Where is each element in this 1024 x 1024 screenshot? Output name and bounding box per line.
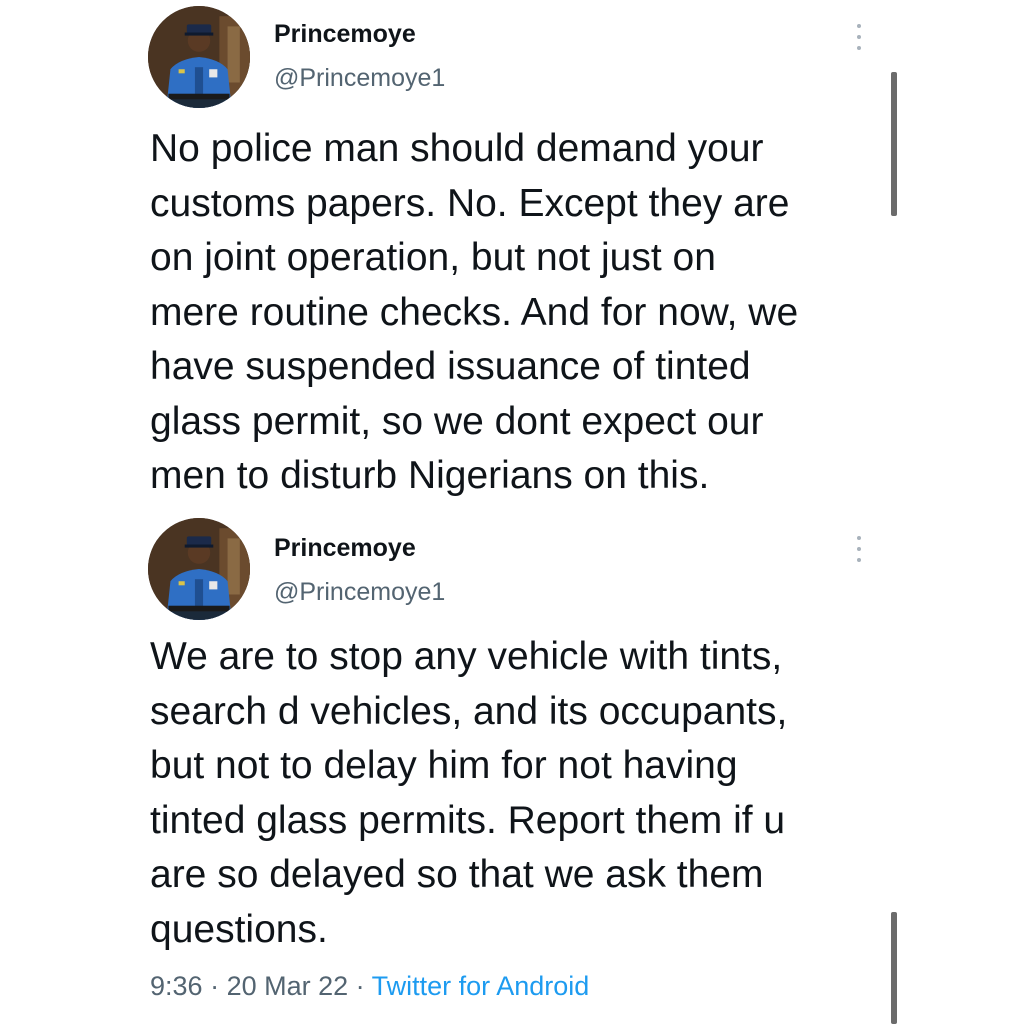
police-officer-photo <box>148 518 250 620</box>
tweet-1[interactable]: Princemoye @Princemoye1 No police man sh… <box>0 0 1024 505</box>
tweet-source-link[interactable]: Twitter for Android <box>372 971 590 1001</box>
tweet-text: We are to stop any vehicle with tints, s… <box>150 635 788 951</box>
avatar[interactable] <box>148 6 250 108</box>
scrollbar-thumb[interactable] <box>891 72 897 216</box>
meta-separator: · <box>202 971 227 1001</box>
display-name[interactable]: Princemoye <box>274 534 416 563</box>
more-icon[interactable] <box>850 532 868 566</box>
meta-separator: · <box>348 971 372 1001</box>
more-icon[interactable] <box>850 20 868 54</box>
handle[interactable]: @Princemoye1 <box>274 64 445 93</box>
display-name[interactable]: Princemoye <box>274 20 416 49</box>
tweet-date: 20 Mar 22 <box>226 971 349 1001</box>
handle[interactable]: @Princemoye1 <box>274 578 445 607</box>
tweet-meta: 9:36 · 20 Mar 22 · Twitter for Android <box>150 971 589 1002</box>
tweet-2[interactable]: Princemoye @Princemoye1 We are to stop a… <box>0 505 1024 1024</box>
avatar[interactable] <box>148 518 250 620</box>
scrollbar-thumb[interactable] <box>891 912 897 1024</box>
tweet-time: 9:36 <box>150 971 203 1001</box>
police-officer-photo <box>148 6 250 108</box>
tweet-text: No police man should demand your customs… <box>150 127 799 497</box>
